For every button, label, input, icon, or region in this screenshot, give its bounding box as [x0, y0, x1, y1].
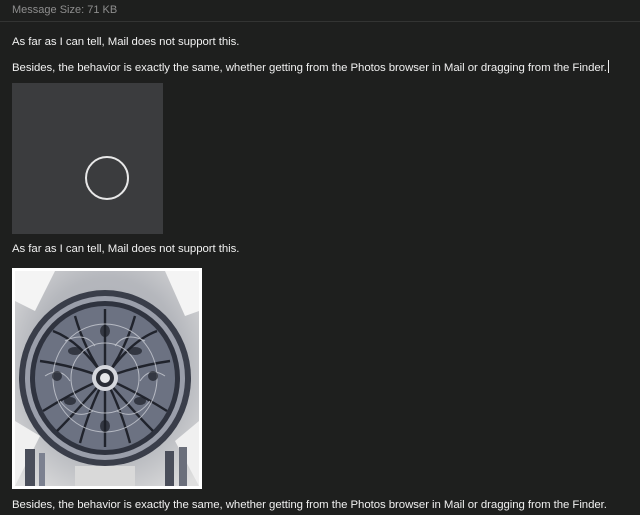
message-size-label: Message Size: 71 KB — [12, 4, 118, 16]
rose-window-photo — [15, 271, 199, 486]
message-header: Message Size: 71 KB — [0, 0, 640, 22]
body-paragraph-with-caret[interactable]: Besides, the behavior is exactly the sam… — [12, 60, 609, 74]
text-caret — [607, 60, 609, 73]
attached-photo[interactable] — [12, 268, 202, 489]
body-paragraph[interactable]: As far as I can tell, Mail does not supp… — [12, 243, 239, 255]
body-paragraph-text[interactable]: Besides, the behavior is exactly the sam… — [12, 62, 607, 74]
image-placeholder[interactable] — [12, 83, 163, 234]
body-paragraph[interactable]: Besides, the behavior is exactly the sam… — [12, 499, 607, 511]
body-paragraph[interactable]: As far as I can tell, Mail does not supp… — [12, 36, 239, 48]
loading-ring-icon — [85, 156, 129, 200]
